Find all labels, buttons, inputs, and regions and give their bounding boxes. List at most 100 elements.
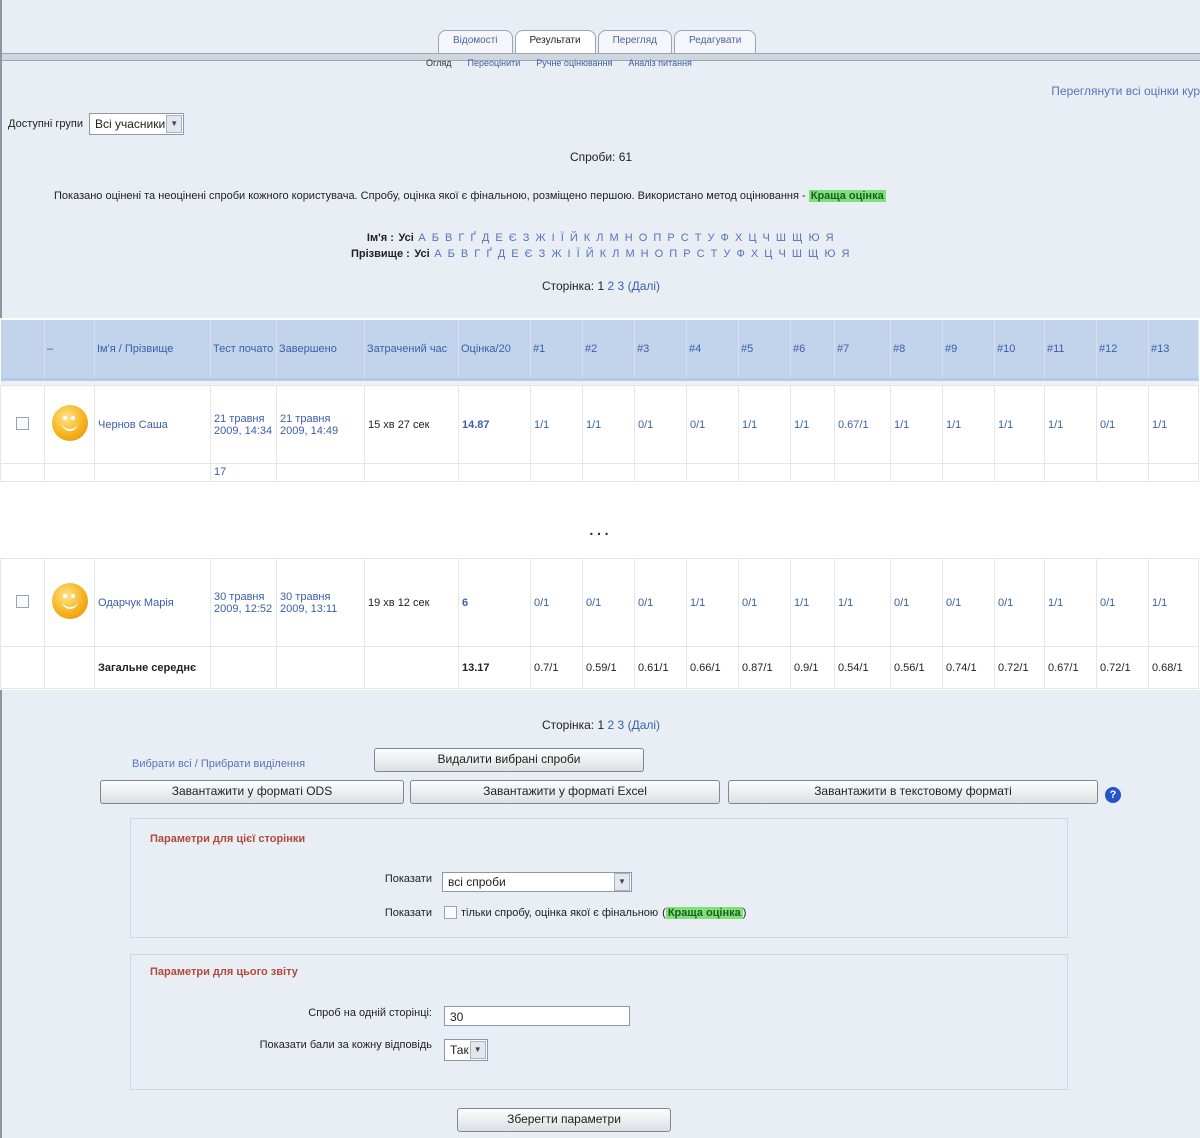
q-mark[interactable]: 1/1 (582, 385, 635, 464)
select-all-link[interactable]: Вибрати всі / Прибрати виділення (132, 758, 305, 770)
q-mark[interactable]: 1/1 (1044, 385, 1097, 464)
partial-started[interactable]: 17 (210, 463, 277, 482)
header-picture: – (44, 320, 95, 381)
q-mark[interactable]: 0/1 (942, 558, 995, 647)
q-mark[interactable]: 1/1 (1148, 385, 1199, 464)
q-mark[interactable]: 1/1 (994, 385, 1045, 464)
pager-page-3[interactable]: 3 (618, 718, 625, 732)
q-mark[interactable]: 1/1 (790, 558, 835, 647)
header-name[interactable]: Ім'я / Прізвище (94, 320, 211, 381)
ellipsis: ... (588, 518, 612, 540)
header-started[interactable]: Тест почато (210, 320, 277, 381)
header-q8[interactable]: #8 (890, 320, 943, 381)
user-name-link[interactable]: Чернов Саша (94, 385, 211, 464)
q-mark[interactable]: 0/1 (582, 558, 635, 647)
pager-next[interactable]: (Далі) (628, 279, 660, 293)
q-mark[interactable]: 0/1 (530, 558, 583, 647)
header-q12[interactable]: #12 (1096, 320, 1149, 381)
attempt-started-link[interactable]: 21 травня 2009, 14:34 (210, 385, 277, 464)
pager-current: 1 (597, 279, 605, 293)
show-marks-select[interactable]: Так ▼ (444, 1039, 488, 1061)
attempt-finished-link[interactable]: 21 травня 2009, 14:49 (276, 385, 365, 464)
header-q13[interactable]: #13 (1148, 320, 1199, 381)
user-avatar-icon[interactable] (51, 583, 88, 619)
table-header-row: – Ім'я / Прізвище Тест почато Завершено … (0, 320, 1199, 381)
regrade-all-link[interactable]: Переглянути всі оцінки кур (1051, 84, 1200, 98)
header-q4[interactable]: #4 (686, 320, 739, 381)
row-checkbox[interactable] (16, 594, 29, 608)
firstname-filter-letters[interactable]: А Б В Г Ґ Д Е Є З Ж І Ї Й К Л М Н О П Р … (418, 232, 835, 244)
q-mark[interactable]: 0/1 (686, 385, 739, 464)
header-q5[interactable]: #5 (738, 320, 791, 381)
attempt-started-link[interactable]: 30 травня 2009, 12:52 (210, 558, 277, 647)
subtab-regrade[interactable]: Переоцінити (467, 58, 520, 68)
q-mark[interactable]: 0/1 (1096, 385, 1149, 464)
pager-page-2[interactable]: 2 (608, 718, 615, 732)
header-q2[interactable]: #2 (582, 320, 635, 381)
delete-selected-button[interactable]: Видалити вибрані спроби (374, 748, 644, 772)
q-mark[interactable]: 0/1 (1096, 558, 1149, 647)
header-grade[interactable]: Оцінка/20 (458, 320, 531, 381)
q-mark[interactable]: 1/1 (942, 385, 995, 464)
pager-next[interactable]: (Далі) (628, 718, 660, 732)
help-icon[interactable]: ? (1105, 787, 1121, 803)
save-preferences-button[interactable]: Зберегти параметри (457, 1108, 671, 1132)
tab-edit[interactable]: Редагувати (674, 30, 757, 53)
user-avatar-icon[interactable] (51, 405, 88, 441)
groups-select[interactable]: Всі учасники ▼ (89, 113, 185, 135)
attempt-grade-link[interactable]: 14.87 (458, 385, 531, 464)
final-only-checkbox[interactable] (444, 906, 457, 919)
header-select (0, 320, 45, 381)
subtab-row: Огляд Переоцінити Ручне оцінювання Аналі… (426, 58, 692, 68)
header-q10[interactable]: #10 (994, 320, 1045, 381)
q-mark[interactable]: 0/1 (634, 558, 687, 647)
lastname-filter-letters[interactable]: А Б В Г Ґ Д Е Є З Ж І Ї Й К Л М Н О П Р … (434, 248, 851, 260)
q-mark[interactable]: 1/1 (890, 385, 943, 464)
q-mark[interactable]: 1/1 (530, 385, 583, 464)
attempt-finished-link[interactable]: 30 травня 2009, 13:11 (276, 558, 365, 647)
download-ods-button[interactable]: Завантажити у форматі ODS (100, 780, 404, 804)
q-mark[interactable]: 1/1 (1044, 558, 1097, 647)
header-q9[interactable]: #9 (942, 320, 995, 381)
header-finished[interactable]: Завершено (276, 320, 365, 381)
header-q6[interactable]: #6 (790, 320, 835, 381)
chevron-down-icon: ▼ (166, 115, 183, 133)
tab-preview[interactable]: Перегляд (597, 30, 672, 53)
pager-page-2[interactable]: 2 (608, 279, 615, 293)
header-q11[interactable]: #11 (1044, 320, 1097, 381)
shown-description: Показано оцінені та неоцінені спроби кож… (54, 190, 886, 202)
firstname-filter: Ім'я : Усі А Б В Г Ґ Д Е Є З Ж І Ї Й К Л… (2, 232, 1200, 244)
lastname-filter-all[interactable]: Усі (414, 248, 429, 260)
q-mark[interactable]: 0.67/1 (834, 385, 891, 464)
user-name-link[interactable]: Одарчук Марія (94, 558, 211, 647)
header-q1[interactable]: #1 (530, 320, 583, 381)
header-q3[interactable]: #3 (634, 320, 687, 381)
q-mark[interactable]: 1/1 (738, 385, 791, 464)
show-label: Показати (384, 873, 432, 885)
subtab-item-analysis[interactable]: Аналіз питання (628, 58, 692, 68)
header-duration[interactable]: Затрачений час (364, 320, 459, 381)
row-checkbox[interactable] (16, 416, 29, 430)
q-mark[interactable]: 0/1 (738, 558, 791, 647)
subtab-manual-grading[interactable]: Ручне оцінювання (536, 58, 612, 68)
attempt-grade-link[interactable]: 6 (458, 558, 531, 647)
firstname-filter-all[interactable]: Усі (398, 232, 413, 244)
q-mark[interactable]: 1/1 (1148, 558, 1199, 647)
q-mark[interactable]: 0/1 (634, 385, 687, 464)
tab-results[interactable]: Результати (514, 30, 596, 53)
q-mark[interactable]: 1/1 (686, 558, 739, 647)
per-page-input[interactable]: 30 (444, 1006, 630, 1026)
download-excel-button[interactable]: Завантажити у форматі Excel (410, 780, 720, 804)
header-q7[interactable]: #7 (834, 320, 891, 381)
pager-page-3[interactable]: 3 (618, 279, 625, 293)
show-attempts-select[interactable]: всі спроби ▼ (442, 872, 632, 892)
tab-info[interactable]: Відомості (438, 30, 513, 53)
average-q: 0.7/1 (530, 646, 583, 689)
q-mark[interactable]: 0/1 (890, 558, 943, 647)
q-mark[interactable]: 1/1 (834, 558, 891, 647)
q-mark[interactable]: 0/1 (994, 558, 1045, 647)
pager-label: Сторінка: (541, 718, 595, 732)
q-mark[interactable]: 1/1 (790, 385, 835, 464)
download-text-button[interactable]: Завантажити в текстовому форматі (728, 780, 1098, 804)
subtab-overview[interactable]: Огляд (426, 58, 451, 68)
